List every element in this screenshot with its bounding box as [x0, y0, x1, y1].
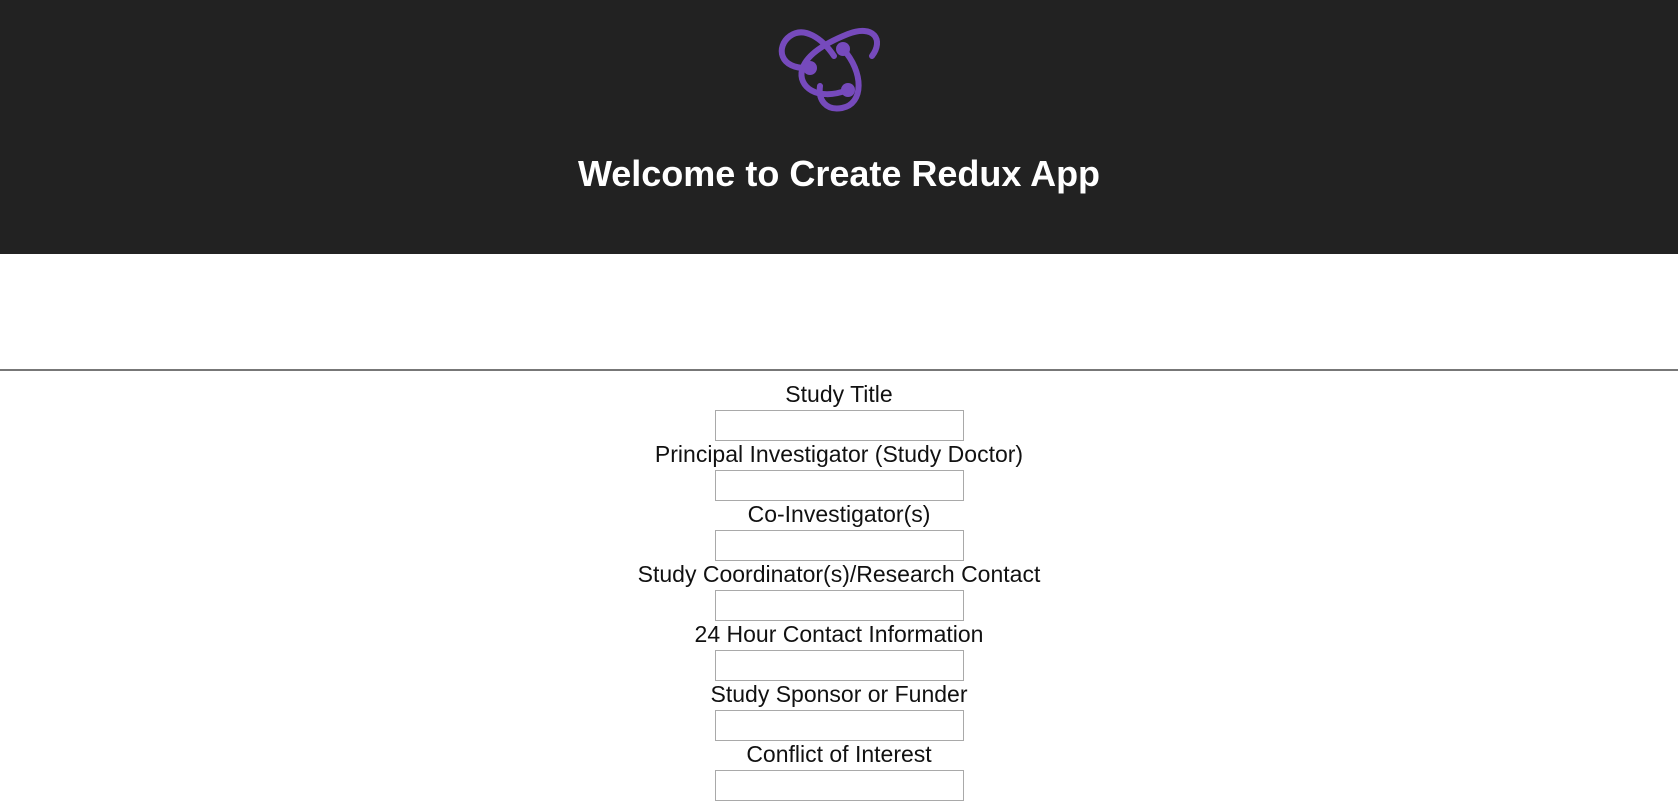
co-investigators-label: Co-Investigator(s)	[747, 501, 931, 527]
field-study-coordinator: Study Coordinator(s)/Research Contact	[0, 558, 1678, 621]
app-header: Welcome to Create Redux App	[0, 0, 1678, 254]
24-hour-contact-label: 24 Hour Contact Information	[694, 621, 984, 647]
field-conflict-of-interest: Conflict of Interest	[0, 738, 1678, 801]
conflict-of-interest-input[interactable]	[714, 770, 964, 801]
study-coordinator-input[interactable]	[714, 590, 964, 621]
study-title-label: Study Title	[785, 381, 893, 407]
study-title-input[interactable]	[714, 410, 964, 441]
study-coordinator-label: Study Coordinator(s)/Research Contact	[637, 561, 1041, 587]
study-sponsor-label: Study Sponsor or Funder	[710, 681, 968, 707]
co-investigators-input[interactable]	[714, 530, 964, 561]
field-study-title: Study Title	[0, 378, 1678, 441]
study-sponsor-input[interactable]	[714, 710, 964, 741]
24-hour-contact-input[interactable]	[714, 650, 964, 681]
divider	[0, 369, 1678, 371]
principal-investigator-label: Principal Investigator (Study Doctor)	[654, 441, 1024, 467]
field-study-sponsor: Study Sponsor or Funder	[0, 678, 1678, 741]
field-24-hour-contact: 24 Hour Contact Information	[0, 618, 1678, 681]
redux-logo-icon	[778, 27, 880, 112]
field-principal-investigator: Principal Investigator (Study Doctor)	[0, 438, 1678, 501]
page-title: Welcome to Create Redux App	[577, 153, 1101, 194]
field-co-investigators: Co-Investigator(s)	[0, 498, 1678, 561]
study-form: Study Title Principal Investigator (Stud…	[0, 378, 1678, 801]
principal-investigator-input[interactable]	[714, 470, 964, 501]
conflict-of-interest-label: Conflict of Interest	[746, 741, 932, 767]
